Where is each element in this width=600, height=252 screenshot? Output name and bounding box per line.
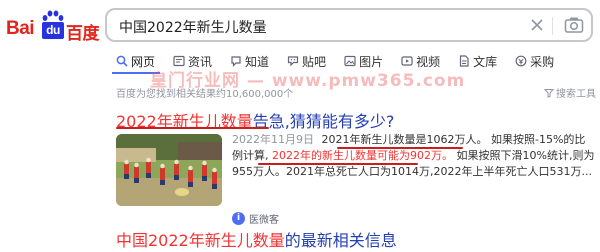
search-input[interactable]: 中国2022年新生儿数量 <box>105 8 593 42</box>
result-meta: 百度为您找到相关结果约10,600,000个 搜索工具 <box>116 82 596 100</box>
result-source[interactable]: i 医微客 <box>232 211 279 226</box>
close-icon[interactable] <box>530 18 544 32</box>
filter-icon <box>543 89 555 98</box>
tab-label: 采购 <box>530 54 555 69</box>
source-logo-icon: i <box>232 212 245 225</box>
source-name: 医微客 <box>249 215 279 226</box>
baidu-logo[interactable]: Bai du 百度 <box>6 10 102 44</box>
result-thumbnail[interactable] <box>116 134 222 206</box>
search-query-text: 中国2022年新生儿数量 <box>119 20 267 36</box>
result-title-link[interactable]: 中国2022年新生儿数量的最新相关信息 <box>116 227 397 251</box>
title-rest: 的最新相关信息 <box>284 231 397 250</box>
search-tools-button[interactable]: 搜索工具 <box>543 85 596 100</box>
title-highlight: 中国2022年新生儿数量 <box>116 231 285 250</box>
tab-label: 文库 <box>473 54 498 69</box>
annotation-underline <box>258 163 418 165</box>
result-snippet: 2022年11月9日 2021年新生儿数量是1062万人。 如果按照-15%的比… <box>232 132 596 180</box>
purchase-icon <box>515 55 527 67</box>
snippet-text-1: 2021年新生儿数量是1062万人。 <box>321 133 488 146</box>
snippet-highlight: 2022年的新生儿数量可能为902万。 <box>272 149 453 162</box>
logo-du-text: du <box>42 22 64 39</box>
thumbnail-image <box>116 134 222 206</box>
result-count: 百度为您找到相关结果约10,600,000个 <box>116 89 294 100</box>
title-rest: 告急,猜猜能有多少? <box>252 112 395 131</box>
search-icon <box>116 55 128 67</box>
search-tools-label: 搜索工具 <box>556 89 596 100</box>
annotation-underline <box>116 127 269 129</box>
logo-bai-text: Bai <box>6 18 35 39</box>
camera-icon[interactable] <box>564 16 584 34</box>
result-date: 2022年11月9日 <box>232 133 314 146</box>
tab-purchase[interactable]: 采购 <box>515 52 554 70</box>
logo-baidu-cn-text: 百度 <box>66 24 100 44</box>
annotation-underline <box>337 147 463 149</box>
search-divider <box>552 17 553 35</box>
